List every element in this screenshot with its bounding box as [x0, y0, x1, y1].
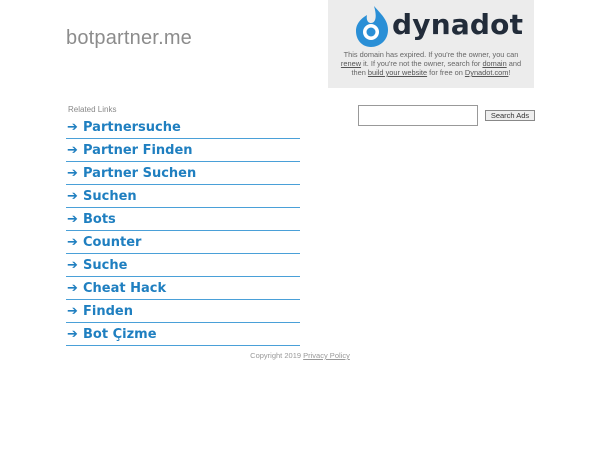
dynadot-com-link[interactable]: Dynadot.com [465, 68, 509, 77]
domain-search-link[interactable]: domain [482, 59, 506, 68]
search-ads-input[interactable] [358, 105, 478, 126]
domain-title: botpartner.me [66, 27, 193, 49]
related-link[interactable]: ➔ Finden [66, 300, 300, 323]
arrow-right-icon: ➔ [67, 234, 78, 250]
related-link[interactable]: ➔ Partner Finden [66, 139, 300, 162]
dynadot-flame-icon [356, 6, 388, 47]
related-link[interactable]: ➔ Partnersuche [66, 116, 300, 139]
related-link-label[interactable]: Partner Suchen [83, 166, 196, 181]
related-link-label[interactable]: Bots [83, 212, 116, 227]
footer: Copyright 2019 Privacy Policy [0, 351, 600, 360]
related-link-label[interactable]: Partnersuche [83, 120, 181, 135]
search-ads-button[interactable]: Search Ads [485, 110, 535, 121]
arrow-right-icon: ➔ [67, 211, 78, 227]
related-link[interactable]: ➔ Counter [66, 231, 300, 254]
arrow-right-icon: ➔ [67, 257, 78, 273]
related-link-label[interactable]: Bot Çizme [83, 327, 157, 342]
build-website-link[interactable]: build your website [368, 68, 427, 77]
related-link-label[interactable]: Partner Finden [83, 143, 193, 158]
arrow-right-icon: ➔ [67, 303, 78, 319]
arrow-right-icon: ➔ [67, 142, 78, 158]
related-link[interactable]: ➔ Bot Çizme [66, 323, 300, 346]
related-link[interactable]: ➔ Partner Suchen [66, 162, 300, 185]
dynadot-logo[interactable]: dynadot [354, 4, 523, 48]
related-link-label[interactable]: Finden [83, 304, 133, 319]
copyright-text: Copyright 2019 [250, 351, 302, 360]
related-link[interactable]: ➔ Suchen [66, 185, 300, 208]
related-links-label: Related Links [68, 105, 117, 114]
related-link-label[interactable]: Counter [83, 235, 141, 250]
privacy-policy-link[interactable]: Privacy Policy [303, 351, 350, 360]
related-link[interactable]: ➔ Suche [66, 254, 300, 277]
renew-link[interactable]: renew [341, 59, 361, 68]
arrow-right-icon: ➔ [67, 119, 78, 135]
arrow-right-icon: ➔ [67, 188, 78, 204]
expired-note: This domain has expired. If you're the o… [340, 50, 522, 77]
arrow-right-icon: ➔ [67, 165, 78, 181]
related-links-list: ➔ Partnersuche ➔ Partner Finden ➔ Partner S… [66, 116, 300, 346]
related-link[interactable]: ➔ Cheat Hack [66, 277, 300, 300]
arrow-right-icon: ➔ [67, 326, 78, 342]
related-link[interactable]: ➔ Bots [66, 208, 300, 231]
related-link-label[interactable]: Suchen [83, 189, 137, 204]
arrow-right-icon: ➔ [67, 280, 78, 296]
dynadot-logo-text: dynadot [392, 8, 524, 41]
related-link-label[interactable]: Cheat Hack [83, 281, 166, 296]
related-link-label[interactable]: Suche [83, 258, 127, 273]
